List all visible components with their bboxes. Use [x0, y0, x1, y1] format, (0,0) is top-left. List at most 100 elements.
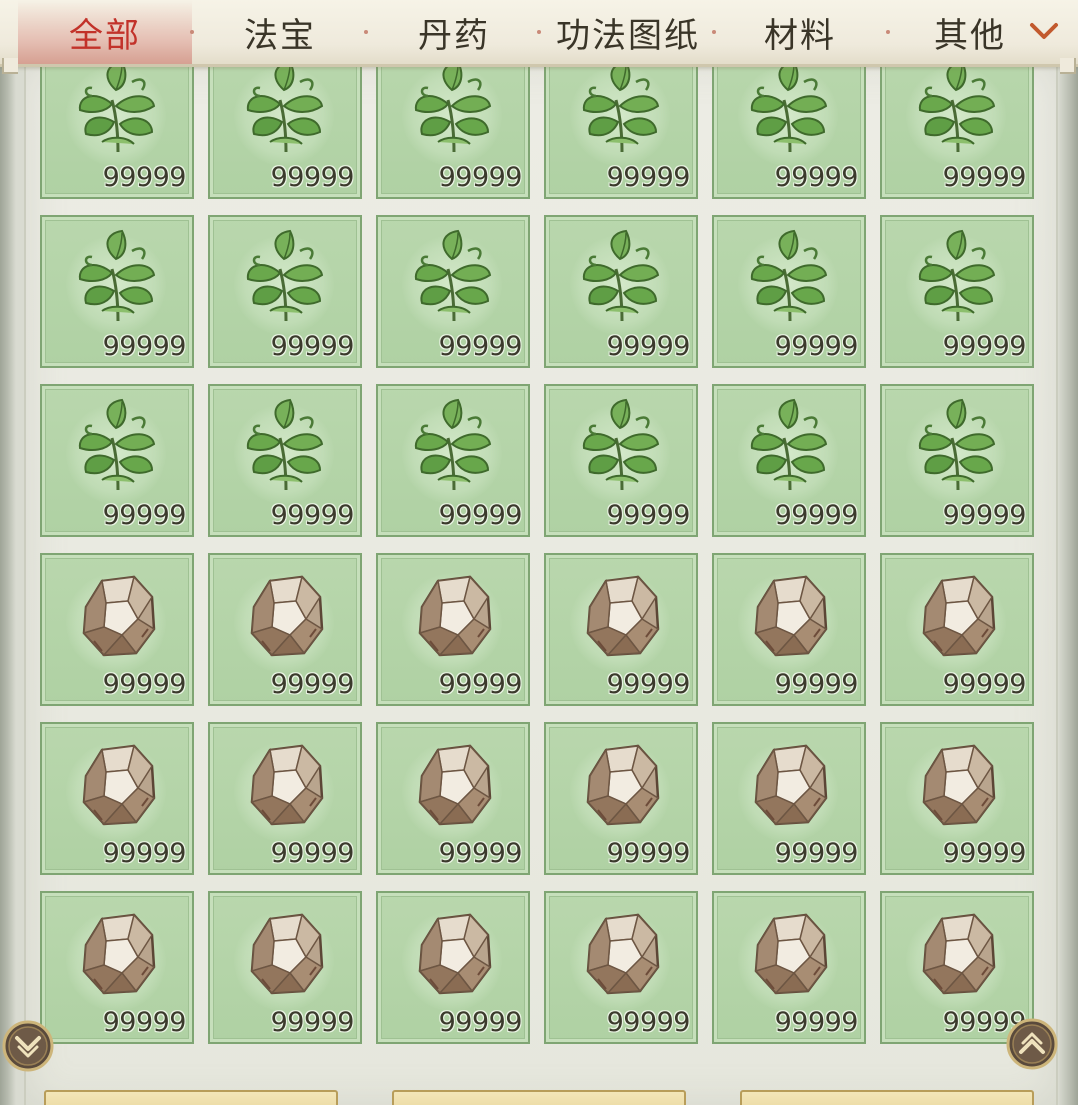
herb-icon — [912, 229, 1004, 329]
inventory-slot[interactable]: 99999 — [544, 215, 698, 368]
item-count: 99999 — [270, 331, 355, 362]
inventory-slot[interactable]: 99999 — [712, 891, 866, 1044]
ore-icon — [912, 567, 1004, 667]
inventory-slot[interactable]: 99999 — [40, 553, 194, 706]
inventory-slot[interactable]: 99999 — [40, 215, 194, 368]
inventory-slot[interactable]: 99999 — [544, 722, 698, 875]
tabbar-corner-left — [2, 58, 18, 74]
bottom-action-button-2[interactable] — [392, 1090, 686, 1105]
herb-icon — [408, 398, 500, 498]
inventory-slot[interactable]: 99999 — [712, 64, 866, 199]
category-tab-bar: 全部 法宝 丹药 功法图纸 材料 其他 — [0, 0, 1078, 74]
herb-icon — [72, 229, 164, 329]
item-count: 99999 — [942, 669, 1027, 700]
scroll-up-button[interactable] — [1006, 1018, 1058, 1070]
tab-technique-blueprint[interactable]: 功法图纸 — [548, 0, 708, 64]
item-count: 99999 — [102, 1007, 187, 1038]
item-count: 99999 — [102, 500, 187, 531]
inventory-slot[interactable]: 99999 — [376, 384, 530, 537]
inventory-slot[interactable]: 99999 — [880, 215, 1034, 368]
scroll-down-button[interactable] — [2, 1020, 54, 1072]
scroll-down-icon — [2, 1020, 54, 1072]
inventory-slot[interactable]: 99999 — [208, 722, 362, 875]
inventory-slot[interactable]: 99999 — [40, 384, 194, 537]
tab-dropdown-button[interactable] — [1024, 12, 1064, 52]
inventory-slot[interactable]: 99999 — [376, 215, 530, 368]
ore-icon — [744, 736, 836, 836]
herb-icon — [744, 229, 836, 329]
item-count: 99999 — [438, 331, 523, 362]
ore-icon — [72, 567, 164, 667]
inventory-slot[interactable]: 99999 — [712, 553, 866, 706]
tab-materials[interactable]: 材料 — [730, 0, 870, 64]
inventory-slot[interactable]: 99999 — [208, 215, 362, 368]
item-count: 99999 — [270, 162, 355, 193]
item-count: 99999 — [270, 500, 355, 531]
inventory-slot[interactable]: 99999 — [544, 553, 698, 706]
inventory-slot[interactable]: 99999 — [376, 722, 530, 875]
item-count: 99999 — [102, 669, 187, 700]
inventory-slot[interactable]: 99999 — [208, 553, 362, 706]
item-count: 99999 — [606, 500, 691, 531]
inventory-slot[interactable]: 99999 — [208, 891, 362, 1044]
item-count: 99999 — [942, 162, 1027, 193]
tab-magic-treasure[interactable]: 法宝 — [210, 0, 350, 64]
inventory-slot[interactable]: 99999 — [376, 64, 530, 199]
tab-separator — [190, 30, 194, 34]
tabbar-corner-right — [1060, 58, 1076, 74]
ore-icon — [744, 905, 836, 1005]
ore-icon — [912, 736, 1004, 836]
inventory-slot[interactable]: 99999 — [208, 384, 362, 537]
herb-icon — [408, 229, 500, 329]
inventory-slot[interactable]: 99999 — [376, 891, 530, 1044]
inventory-slot[interactable]: 99999 — [880, 722, 1034, 875]
ore-icon — [408, 736, 500, 836]
ore-icon — [744, 567, 836, 667]
tab-other[interactable]: 其他 — [900, 0, 1040, 64]
inventory-slot[interactable]: 99999 — [880, 553, 1034, 706]
inventory-slot[interactable]: 99999 — [40, 64, 194, 199]
item-count: 99999 — [606, 162, 691, 193]
inventory-grid: 99999 99999 99999 99999 99999 99999 9999… — [40, 64, 1034, 1044]
inventory-grid-viewport[interactable]: 99999 99999 99999 99999 99999 99999 9999… — [40, 64, 1040, 1044]
herb-icon — [744, 398, 836, 498]
inventory-slot[interactable]: 99999 — [712, 215, 866, 368]
bottom-action-button-1[interactable] — [44, 1090, 338, 1105]
inventory-slot[interactable]: 99999 — [712, 722, 866, 875]
item-count: 99999 — [606, 669, 691, 700]
ore-icon — [912, 905, 1004, 1005]
tab-all[interactable]: 全部 — [18, 0, 192, 64]
item-count: 99999 — [774, 162, 859, 193]
item-count: 99999 — [438, 669, 523, 700]
herb-icon — [912, 398, 1004, 498]
inventory-slot[interactable]: 99999 — [880, 384, 1034, 537]
inventory-slot[interactable]: 99999 — [544, 891, 698, 1044]
ore-icon — [408, 905, 500, 1005]
tab-separator — [537, 30, 541, 34]
ore-icon — [240, 567, 332, 667]
ore-icon — [240, 905, 332, 1005]
ore-icon — [240, 736, 332, 836]
inventory-slot[interactable]: 99999 — [40, 891, 194, 1044]
inventory-slot[interactable]: 99999 — [544, 384, 698, 537]
item-count: 99999 — [942, 331, 1027, 362]
ore-icon — [72, 905, 164, 1005]
chevron-down-icon — [1030, 23, 1058, 39]
tab-elixir[interactable]: 丹药 — [384, 0, 524, 64]
ore-icon — [72, 736, 164, 836]
inventory-slot[interactable]: 99999 — [880, 64, 1034, 199]
inventory-slot[interactable]: 99999 — [376, 553, 530, 706]
inventory-slot[interactable]: 99999 — [712, 384, 866, 537]
bottom-action-button-3[interactable] — [740, 1090, 1034, 1105]
herb-icon — [72, 398, 164, 498]
item-count: 99999 — [774, 331, 859, 362]
herb-icon — [240, 229, 332, 329]
item-count: 99999 — [606, 331, 691, 362]
inventory-slot[interactable]: 99999 — [40, 722, 194, 875]
tab-separator — [886, 30, 890, 34]
item-count: 99999 — [774, 669, 859, 700]
inventory-slot[interactable]: 99999 — [544, 64, 698, 199]
ore-icon — [576, 567, 668, 667]
inventory-slot[interactable]: 99999 — [208, 64, 362, 199]
item-count: 99999 — [942, 838, 1027, 869]
